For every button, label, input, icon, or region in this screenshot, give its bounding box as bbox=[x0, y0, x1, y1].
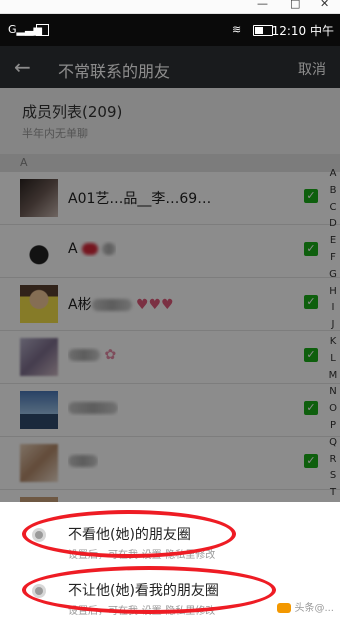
index-letter[interactable]: G bbox=[326, 267, 340, 284]
index-letter[interactable]: E bbox=[326, 233, 340, 250]
index-letter[interactable]: J bbox=[326, 317, 340, 334]
index-letter[interactable]: F bbox=[326, 250, 340, 267]
checkbox-checked[interactable]: ✓ bbox=[304, 295, 318, 309]
contact-name bbox=[68, 400, 118, 416]
alphabet-index[interactable]: ABCDEFGHIJKLMNOPQRSTU bbox=[326, 166, 340, 519]
window-titlebar: — □ ✕ bbox=[0, 0, 340, 14]
index-letter[interactable]: S bbox=[326, 468, 340, 485]
avatar bbox=[20, 444, 58, 482]
checkbox-checked[interactable]: ✓ bbox=[304, 242, 318, 256]
watermark: 头条@... bbox=[277, 599, 334, 614]
index-letter[interactable]: O bbox=[326, 401, 340, 418]
wifi-icon: ≋ bbox=[232, 23, 242, 36]
member-list-subtitle: 半年内无单聊 bbox=[22, 127, 88, 140]
index-letter[interactable]: R bbox=[326, 452, 340, 469]
index-letter[interactable]: L bbox=[326, 351, 340, 368]
image-notification-icon bbox=[36, 24, 49, 36]
back-arrow-icon[interactable]: ← bbox=[14, 55, 31, 79]
avatar bbox=[20, 179, 58, 217]
checkbox-checked[interactable]: ✓ bbox=[304, 454, 318, 468]
checkbox-checked[interactable]: ✓ bbox=[304, 401, 318, 415]
member-list-title: 成员列表(209) bbox=[22, 103, 123, 121]
index-letter[interactable]: P bbox=[326, 418, 340, 435]
contact-row[interactable]: A ✓ bbox=[0, 225, 340, 278]
member-list-header: 成员列表(209) 半年内无单聊 bbox=[0, 88, 340, 154]
battery-icon bbox=[253, 25, 273, 36]
minimize-button[interactable]: — bbox=[257, 0, 268, 10]
red-highlight-ellipse bbox=[22, 510, 236, 558]
contact-name: A01艺…品__李…69… bbox=[68, 191, 212, 207]
avatar bbox=[20, 391, 58, 429]
letter-section-header: A bbox=[0, 154, 340, 172]
maximize-button[interactable]: □ bbox=[290, 0, 300, 10]
contact-row[interactable]: ✓ bbox=[0, 437, 340, 490]
index-letter[interactable]: B bbox=[326, 183, 340, 200]
app-bar: ← 不常联系的朋友 取消 bbox=[0, 46, 340, 88]
red-highlight-ellipse bbox=[22, 566, 276, 614]
contact-name bbox=[68, 453, 98, 469]
index-letter[interactable]: K bbox=[326, 334, 340, 351]
cancel-button[interactable]: 取消 bbox=[298, 59, 326, 79]
index-letter[interactable]: A bbox=[326, 166, 340, 183]
checkbox-checked[interactable]: ✓ bbox=[304, 348, 318, 362]
contact-row[interactable]: A01艺…品__李…69… ✓ bbox=[0, 172, 340, 225]
index-letter[interactable]: Q bbox=[326, 435, 340, 452]
index-letter[interactable]: D bbox=[326, 216, 340, 233]
index-letter[interactable]: M bbox=[326, 368, 340, 385]
contact-row[interactable]: ✓ bbox=[0, 384, 340, 437]
index-letter[interactable]: N bbox=[326, 384, 340, 401]
index-letter[interactable]: C bbox=[326, 200, 340, 217]
contact-row[interactable]: ✿ ✓ bbox=[0, 331, 340, 384]
contact-name: A bbox=[68, 241, 117, 257]
close-button[interactable]: ✕ bbox=[320, 0, 329, 10]
contact-list: A01艺…品__李…69… ✓ A ✓ A彬 ♥♥♥ ✓ ✿ ✓ ✓ ✓ bbox=[0, 172, 340, 543]
clock: 12:10 中午 bbox=[271, 24, 334, 38]
contact-row[interactable]: A彬 ♥♥♥ ✓ bbox=[0, 278, 340, 331]
page-title: 不常联系的朋友 bbox=[58, 62, 171, 81]
contact-name: A彬 ♥♥♥ bbox=[68, 297, 174, 313]
index-letter[interactable]: T bbox=[326, 485, 340, 502]
index-letter[interactable]: I bbox=[326, 300, 340, 317]
status-bar: G▂▃▅ ≋ 12:10 中午 bbox=[0, 14, 340, 46]
avatar bbox=[20, 285, 58, 323]
contact-name: ✿ bbox=[68, 347, 116, 363]
checkbox-checked[interactable]: ✓ bbox=[304, 189, 318, 203]
index-letter[interactable]: H bbox=[326, 284, 340, 301]
avatar bbox=[20, 338, 58, 376]
avatar bbox=[20, 232, 58, 270]
privacy-options-sheet: 不看他(她)的朋友圈 设置后，可在我-设置-隐私里修改 不让他(她)看我的朋友圈… bbox=[0, 502, 340, 620]
